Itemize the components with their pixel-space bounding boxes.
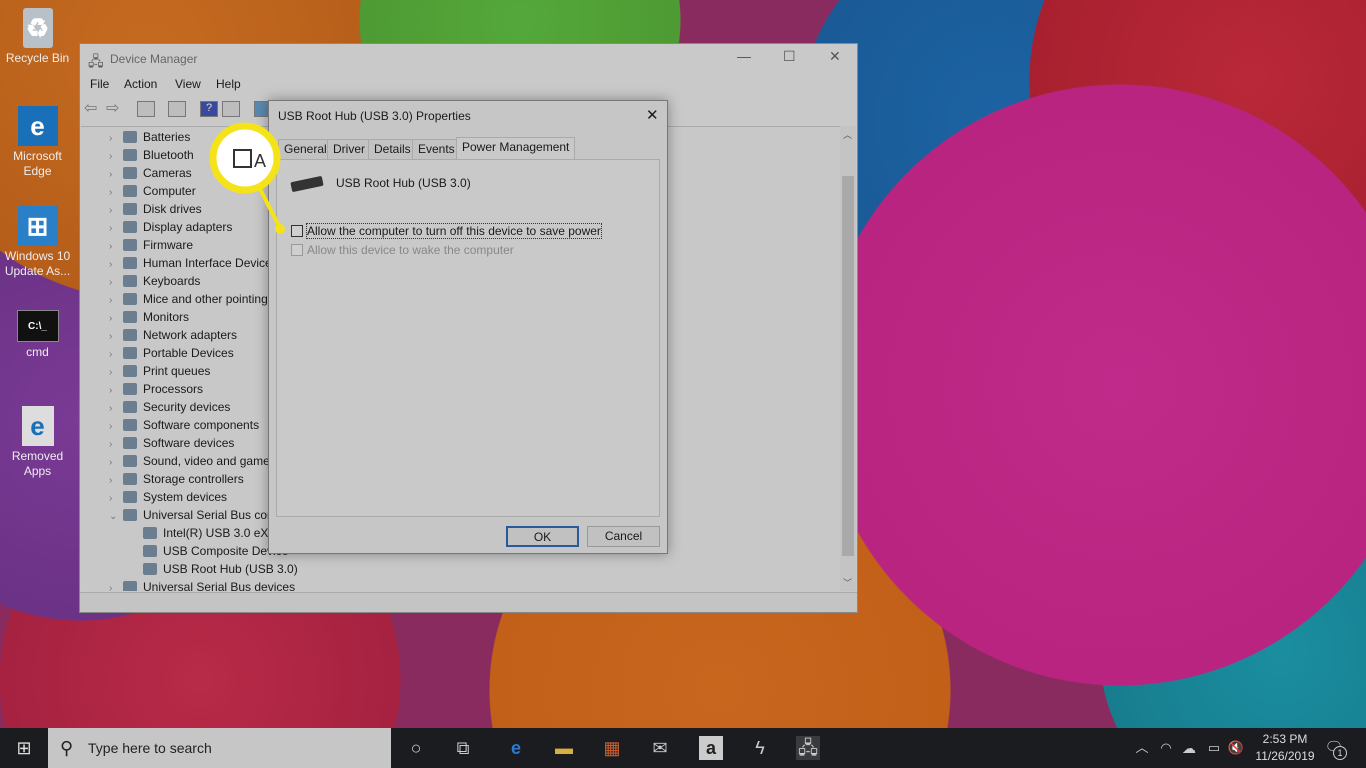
tree-category-item[interactable]: › Storage controllers bbox=[109, 470, 244, 488]
show-hidden-icons-chevron-icon[interactable]: ︿ bbox=[1130, 736, 1154, 760]
ok-button[interactable]: OK bbox=[506, 526, 579, 547]
desktop-icon-removed-apps[interactable]: e Removed Apps bbox=[0, 406, 75, 479]
tree-item-label: Portable Devices bbox=[143, 346, 234, 360]
tree-category-item[interactable]: › Monitors bbox=[109, 308, 189, 326]
tree-item-label: Processors bbox=[143, 382, 204, 396]
chevron-down-icon[interactable]: ⌄ bbox=[109, 508, 123, 526]
device-category-icon bbox=[123, 311, 137, 323]
clock[interactable]: 2:53 PM 11/26/2019 bbox=[1253, 731, 1317, 765]
device-category-icon bbox=[123, 509, 137, 521]
tree-category-item[interactable]: › Software components bbox=[109, 416, 259, 434]
tree-category-item[interactable]: › System devices bbox=[109, 488, 227, 506]
close-button[interactable]: ✕ bbox=[829, 48, 841, 65]
chevron-right-icon[interactable]: › bbox=[109, 580, 123, 591]
cortana-icon[interactable]: ○ bbox=[404, 736, 428, 760]
tree-item-label: System devices bbox=[143, 490, 228, 504]
device-category-icon bbox=[123, 581, 137, 591]
tree-item-label: Network adapters bbox=[143, 328, 238, 342]
device-manager-taskbar-icon[interactable]: 🖧 bbox=[796, 736, 820, 760]
status-bar bbox=[80, 592, 857, 612]
tree-category-item[interactable]: › Portable Devices bbox=[109, 344, 234, 362]
desktop-icon-cmd[interactable]: C:\_ cmd bbox=[0, 310, 75, 360]
wifi-icon[interactable]: ◠ bbox=[1154, 736, 1178, 760]
tree-item-label: Storage controllers bbox=[143, 472, 244, 486]
amazon-icon[interactable]: a bbox=[699, 736, 723, 760]
device-category-icon bbox=[123, 437, 137, 449]
device-category-icon bbox=[123, 419, 137, 431]
tree-category-item[interactable]: › Keyboards bbox=[109, 272, 200, 290]
tree-item-label: Software devices bbox=[143, 436, 235, 450]
tree-item-label: USB Root Hub (USB 3.0) bbox=[163, 562, 298, 576]
device-category-icon bbox=[143, 545, 157, 557]
device-category-icon bbox=[143, 563, 157, 575]
device-category-icon bbox=[123, 329, 137, 341]
device-category-icon bbox=[123, 383, 137, 395]
edge-file-icon: e bbox=[21, 406, 54, 446]
search-icon: ⚲ bbox=[60, 738, 74, 758]
callout-pointer bbox=[256, 184, 282, 229]
minimize-button[interactable]: — bbox=[737, 48, 751, 64]
store-icon[interactable]: ▦ bbox=[600, 736, 624, 760]
tree-item-label: Keyboards bbox=[143, 274, 201, 288]
device-category-icon bbox=[123, 473, 137, 485]
tree-category-item[interactable]: › Network adapters bbox=[109, 326, 237, 344]
battery-icon[interactable]: ▭ bbox=[1202, 736, 1226, 760]
edge-taskbar-icon[interactable]: e bbox=[504, 736, 528, 760]
callout-magnifier bbox=[209, 122, 281, 194]
cancel-button[interactable]: Cancel bbox=[587, 526, 660, 547]
device-category-icon bbox=[123, 455, 137, 467]
tree-category-item[interactable]: › Processors bbox=[109, 380, 203, 398]
notification-badge: 1 bbox=[1333, 746, 1347, 760]
tree-item-label: Monitors bbox=[143, 310, 190, 324]
task-view-icon[interactable]: ⧉ bbox=[451, 736, 475, 760]
maximize-button[interactable]: ☐ bbox=[783, 48, 796, 65]
volume-muted-icon[interactable]: 🔇 bbox=[1224, 736, 1248, 760]
taskbar-search-box[interactable]: ⚲ Type here to search bbox=[48, 728, 391, 768]
tree-category-item[interactable]: › Universal Serial Bus devices bbox=[109, 578, 295, 591]
device-category-icon bbox=[123, 491, 137, 503]
tree-item-label: Universal Serial Bus devices bbox=[143, 580, 296, 591]
svg-text:A: A bbox=[254, 151, 266, 171]
file-explorer-icon[interactable]: ▬ bbox=[552, 736, 576, 760]
callout-dot bbox=[275, 224, 285, 234]
tree-category-item[interactable]: › Software devices bbox=[109, 434, 234, 452]
tree-device-item[interactable]: USB Composite Device bbox=[143, 542, 288, 560]
device-category-icon bbox=[123, 347, 137, 359]
tree-item-label: Print queues bbox=[143, 364, 211, 378]
app-icon[interactable]: ϟ bbox=[748, 736, 772, 760]
start-windows-icon[interactable]: ⊞ bbox=[12, 736, 36, 760]
device-category-icon bbox=[123, 293, 137, 305]
taskbar: ⊞ ⚲ Type here to search ○ ⧉ e ▬ ▦ ✉ a ϟ 🖧… bbox=[0, 728, 1366, 768]
tree-category-item[interactable]: › Print queues bbox=[109, 362, 210, 380]
tree-item-label: Software components bbox=[143, 418, 260, 432]
vertical-scrollbar[interactable]: ︿ ﹀ bbox=[840, 126, 856, 591]
cmd-icon: C:\_ bbox=[16, 310, 59, 342]
callout: A bbox=[209, 122, 285, 234]
mail-icon[interactable]: ✉ bbox=[648, 736, 672, 760]
device-category-icon bbox=[123, 365, 137, 377]
tree-item-label: Security devices bbox=[143, 400, 231, 414]
onedrive-cloud-icon[interactable]: ☁ bbox=[1177, 736, 1201, 760]
tree-category-item[interactable]: › Security devices bbox=[109, 398, 230, 416]
device-category-icon bbox=[123, 275, 137, 287]
device-category-icon bbox=[123, 401, 137, 413]
tree-device-item[interactable]: USB Root Hub (USB 3.0) bbox=[143, 560, 298, 578]
device-category-icon bbox=[143, 527, 157, 539]
